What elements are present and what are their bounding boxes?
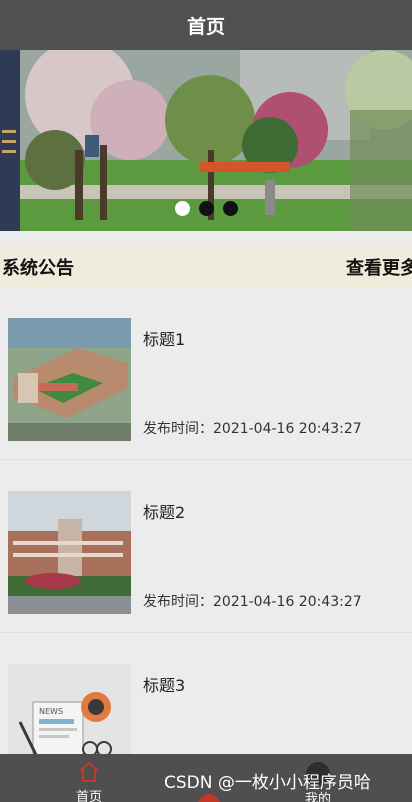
- item-thumbnail: [8, 491, 131, 614]
- list-item[interactable]: 标题2 发布时间：2021-04-16 20:43:27: [0, 461, 412, 633]
- school-building-image: [8, 491, 131, 614]
- indicator-dot[interactable]: [199, 201, 214, 216]
- indicator-dot-active[interactable]: [175, 201, 190, 216]
- indicator-dot[interactable]: [223, 201, 238, 216]
- item-date: 发布时间：2021-04-16 20:43:27: [143, 421, 362, 437]
- item-date: 发布时间：2021-04-16 20:43:27: [143, 594, 362, 610]
- svg-text:NEWS: NEWS: [39, 707, 63, 716]
- tab-bar: 首页 我的 CSDN @一枚小小程序员哈: [0, 754, 412, 802]
- item-title: 标题2: [143, 503, 186, 522]
- banner-swiper[interactable]: [0, 50, 412, 231]
- page-title: 首页: [186, 15, 225, 38]
- school-aerial-image: [8, 318, 131, 441]
- notice-header: 系统公告 查看更多: [0, 246, 412, 288]
- notice-title: 系统公告: [2, 258, 74, 279]
- navigation-bar: 首页: [0, 0, 412, 50]
- center-icon[interactable]: [198, 794, 220, 802]
- item-thumbnail: [8, 318, 131, 441]
- list-item[interactable]: 标题1 发布时间：2021-04-16 20:43:27: [0, 288, 412, 460]
- banner-indicator: [175, 201, 238, 216]
- tab-home-label: 首页: [76, 790, 103, 802]
- tab-home[interactable]: 首页: [76, 760, 102, 802]
- item-title: 标题3: [143, 676, 186, 695]
- view-more-link[interactable]: 查看更多: [346, 254, 412, 280]
- home-icon: [79, 761, 99, 782]
- item-title: 标题1: [143, 330, 186, 349]
- watermark-text: CSDN @一枚小小程序员哈: [164, 773, 371, 793]
